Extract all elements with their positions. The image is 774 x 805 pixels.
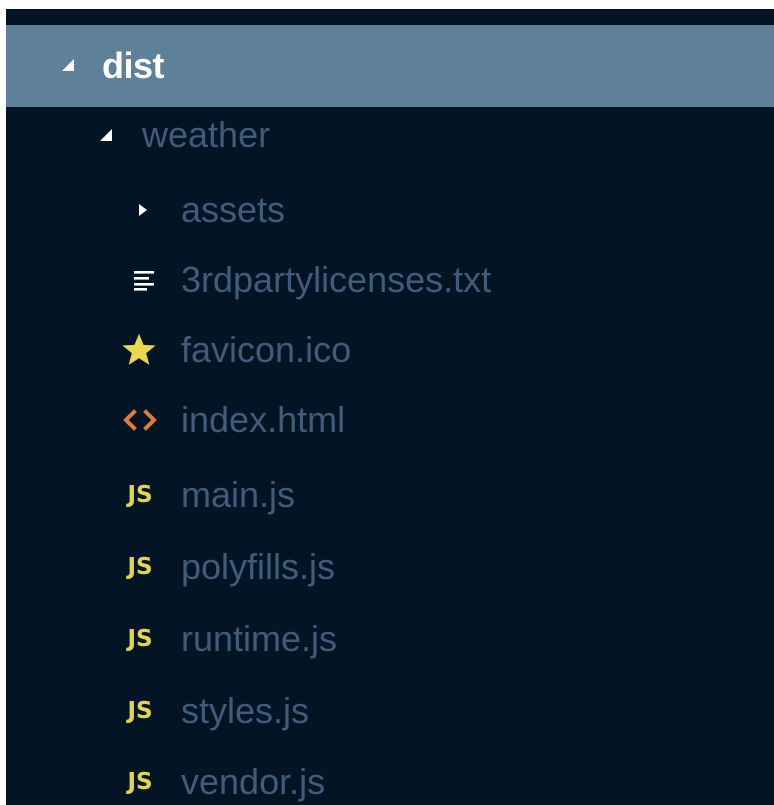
html-code-icon <box>122 409 158 431</box>
tree-item-label: runtime.js <box>181 618 338 659</box>
caret-expanded-icon[interactable] <box>96 125 116 145</box>
caret-collapsed-icon[interactable] <box>134 200 152 220</box>
js-icon: JS <box>127 769 153 795</box>
file-explorer-panel: dist weather assets 3rdpartylicenses.txt… <box>6 9 774 805</box>
tree-item-weather[interactable]: weather <box>6 100 774 170</box>
tree-item-3rdpartylicenses[interactable]: 3rdpartylicenses.txt <box>6 245 774 315</box>
tree-item-label: index.html <box>181 399 346 440</box>
star-icon <box>120 332 158 368</box>
tree-item-label: vendor.js <box>181 761 326 802</box>
js-icon: JS <box>127 482 153 508</box>
tree-item-label: dist <box>102 45 165 86</box>
tree-item-label: styles.js <box>181 690 310 731</box>
screenshot-frame: dist weather assets 3rdpartylicenses.txt… <box>0 0 774 805</box>
tree-item-styles-js[interactable]: JS styles.js <box>6 676 774 746</box>
js-icon: JS <box>127 698 153 724</box>
js-icon: JS <box>127 626 153 652</box>
tree-item-label: 3rdpartylicenses.txt <box>181 259 492 300</box>
tree-item-index-html[interactable]: index.html <box>6 385 774 455</box>
tree-item-label: weather <box>142 114 271 155</box>
tree-item-label: favicon.ico <box>181 329 352 370</box>
tree-item-label: main.js <box>181 474 296 515</box>
tree-item-vendor-js[interactable]: JS vendor.js <box>6 747 774 805</box>
tree-item-label: polyfills.js <box>181 546 336 587</box>
tree-item-favicon[interactable]: favicon.ico <box>6 315 774 385</box>
tree-item-dist[interactable]: dist <box>6 25 774 107</box>
tree-item-main-js[interactable]: JS main.js <box>6 460 774 530</box>
tree-item-polyfills-js[interactable]: JS polyfills.js <box>6 532 774 602</box>
js-icon: JS <box>127 554 153 580</box>
tree-item-assets[interactable]: assets <box>6 175 774 245</box>
tree-item-label: assets <box>181 189 286 230</box>
text-file-icon <box>132 269 156 291</box>
tree-item-runtime-js[interactable]: JS runtime.js <box>6 604 774 674</box>
caret-expanded-icon[interactable] <box>58 55 78 75</box>
